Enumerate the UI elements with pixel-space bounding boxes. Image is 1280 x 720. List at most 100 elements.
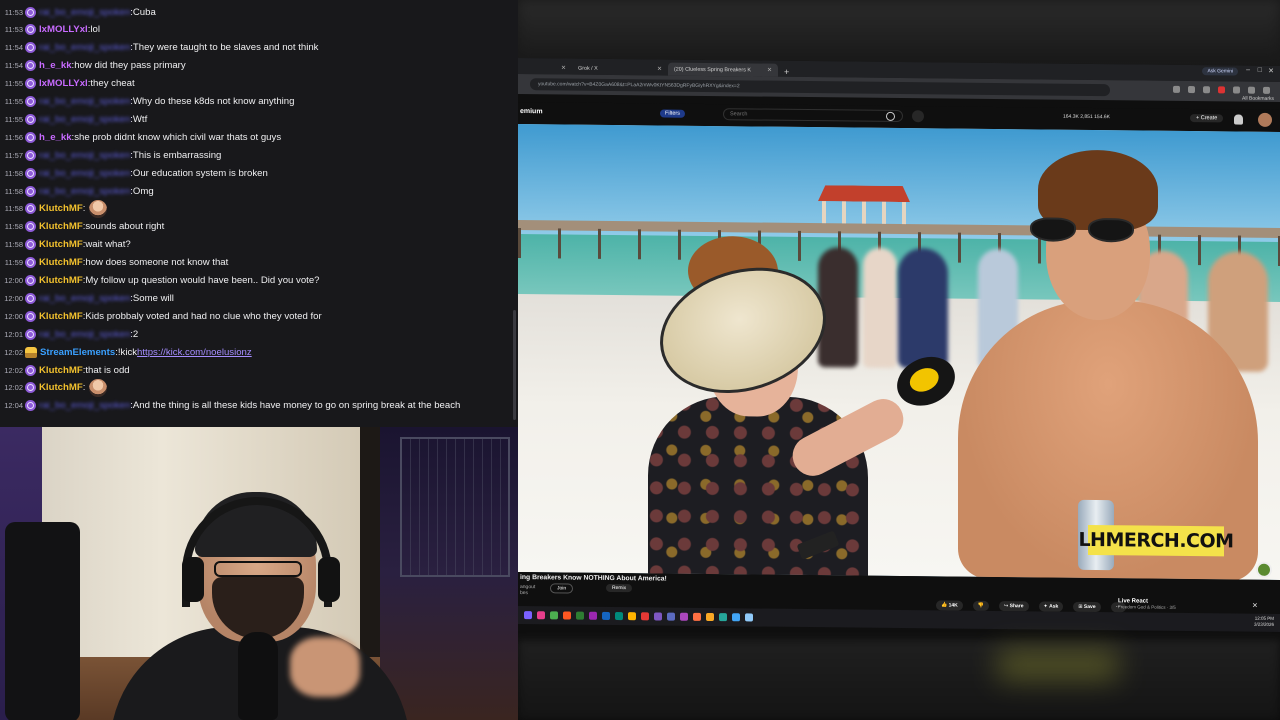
chat-message: 11:53 lxMOLLYxl: lol	[0, 21, 100, 39]
chat-username[interactable]: rai_bo_emoji_spoken	[39, 186, 130, 197]
bookmark-star-icon[interactable]	[1203, 86, 1210, 94]
taskbar-app-icon[interactable]	[641, 612, 649, 621]
zoom-icon[interactable]	[1188, 86, 1195, 94]
ask-gemini-button[interactable]: Ask Gemini	[1202, 67, 1238, 76]
chat-username[interactable]: KlutchMF	[39, 239, 83, 250]
taskbar-app-icon[interactable]	[745, 613, 753, 622]
clock-date: 3/23/2026	[1253, 621, 1274, 627]
dislike-button[interactable]: 👎	[972, 600, 990, 611]
channel-watermark-icon[interactable]	[1256, 561, 1272, 578]
chat-scrollbar[interactable]	[513, 310, 516, 420]
taskbar-app-icon[interactable]	[706, 612, 714, 622]
close-icon[interactable]: ✕	[1252, 602, 1258, 610]
avatar[interactable]	[1258, 112, 1272, 127]
pavilion-posts	[822, 201, 906, 225]
close-tab-icon[interactable]: ✕	[767, 67, 772, 74]
chat-separator: :	[82, 382, 86, 394]
chat-username[interactable]: h_e_kk	[39, 132, 72, 143]
youtube-logo[interactable]: emium	[520, 108, 543, 115]
profile-icon[interactable]	[1248, 86, 1255, 94]
save-button[interactable]: ⊞ Save	[1073, 601, 1101, 613]
chat-username[interactable]: h_e_kk	[39, 60, 72, 71]
all-bookmarks-link[interactable]: All Bookmarks	[1242, 96, 1274, 102]
extension-icon[interactable]	[1173, 85, 1180, 93]
notification-bell-icon[interactable]	[1234, 114, 1243, 125]
browser-tab[interactable]: ✕	[518, 61, 572, 75]
close-tab-icon[interactable]: ✕	[561, 64, 566, 71]
chat-username[interactable]: StreamElements	[40, 347, 115, 358]
chat-username[interactable]: KlutchMF	[39, 203, 83, 214]
chat-username[interactable]: KlutchMF	[39, 365, 83, 376]
share-button[interactable]: ↪ Share	[999, 601, 1029, 612]
chat-username[interactable]: KlutchMF	[39, 275, 83, 286]
ask-label: Ask	[1049, 603, 1059, 610]
taskbar-app-icon[interactable]	[680, 612, 688, 621]
extension-icon[interactable]	[1233, 86, 1240, 94]
chat-username[interactable]: KlutchMF	[39, 382, 83, 393]
channel-name[interactable]: angout bes	[520, 584, 535, 596]
taskbar-app-icon[interactable]	[667, 612, 675, 621]
channel-subtext: bes	[520, 590, 529, 597]
chat-username[interactable]: KlutchMF	[39, 257, 83, 268]
chat-username[interactable]: rai_bo_emoji_spoken	[39, 168, 130, 179]
taskbar-app-icon[interactable]	[602, 611, 610, 620]
chat-username[interactable]: KlutchMF	[39, 221, 83, 232]
chat-message: 11:58 rai_bo_emoji_spoken: Omg	[0, 182, 154, 200]
search-icon[interactable]	[886, 111, 895, 121]
chat-username[interactable]: rai_bo_emoji_spoken	[39, 42, 130, 53]
close-window-icon[interactable]: ✕	[1268, 67, 1274, 75]
taskbar-app-icon[interactable]	[693, 612, 701, 621]
filters-button[interactable]: Filters	[660, 109, 685, 118]
minimize-icon[interactable]: –	[1246, 67, 1250, 74]
taskbar-app-icon[interactable]	[524, 611, 532, 620]
browser-window: ✕ Grok / X ✕ (20) Clueless Spring Breakers …	[518, 58, 1280, 648]
taskbar-app-icon[interactable]	[654, 612, 662, 621]
stream-layout: 11:53 rai_bo_emoji_spoken: Cuba 11:53 lxMOLL…	[0, 0, 1280, 720]
like-button[interactable]: 👍 14K	[936, 600, 963, 611]
browser-tab[interactable]: Grok / X ✕	[572, 62, 668, 76]
emote-icon	[89, 378, 108, 397]
subscriber-badge-icon	[25, 400, 36, 412]
chat-timestamp: 11:53	[4, 25, 23, 35]
chat-text: This is embarrassing	[132, 149, 222, 161]
chat-timestamp: 11:54	[4, 61, 23, 71]
chat-username[interactable]: lxMOLLYxl	[39, 24, 88, 35]
create-button[interactable]: + Create	[1190, 114, 1224, 123]
pavilion-roof	[818, 185, 910, 202]
join-button[interactable]: Join	[550, 583, 574, 594]
taskbar-app-icon[interactable]	[576, 611, 584, 620]
chat-message: 11:55 lxMOLLYxl: they cheat	[0, 75, 135, 93]
chat-username[interactable]: rai_bo_emoji_spoken	[39, 400, 130, 411]
taskbar-app-icon[interactable]	[550, 611, 558, 620]
taskbar-app-icon[interactable]	[537, 611, 545, 620]
voice-search-icon[interactable]	[912, 110, 924, 123]
chat-text: sounds about right	[85, 221, 165, 233]
chat-username[interactable]: rai_bo_emoji_spoken	[39, 329, 130, 340]
extension-icon[interactable]	[1218, 86, 1225, 94]
maximize-icon[interactable]: □	[1258, 67, 1262, 74]
taskbar-app-icon[interactable]	[589, 611, 597, 620]
ask-button[interactable]: ✦ Ask	[1038, 601, 1064, 612]
url-input[interactable]: youtube.com/watch?v=B4Z0GaA608&t=PLaA2mW…	[530, 78, 1110, 97]
merch-overlay: LHMERCH.COM	[1078, 524, 1234, 557]
chat-username[interactable]: rai_bo_emoji_spoken	[39, 96, 130, 107]
taskbar-app-icon[interactable]	[628, 612, 636, 621]
new-tab-icon[interactable]: +	[784, 67, 789, 77]
taskbar-app-icon[interactable]	[615, 612, 623, 621]
video-player[interactable]: LHMERCH.COM	[518, 124, 1280, 580]
taskbar-app-icon[interactable]	[563, 611, 571, 620]
chat-username[interactable]: KlutchMF	[39, 311, 83, 322]
chat-username[interactable]: rai_bo_emoji_spoken	[39, 7, 130, 18]
search-input[interactable]: Search	[723, 108, 903, 123]
chat-username[interactable]: rai_bo_emoji_spoken	[39, 150, 130, 161]
taskbar-app-icon[interactable]	[719, 613, 727, 622]
remix-button[interactable]: Remix	[606, 583, 633, 593]
chat-username[interactable]: lxMOLLYxl	[39, 78, 88, 89]
close-tab-icon[interactable]: ✕	[657, 65, 662, 72]
chat-username[interactable]: rai_bo_emoji_spoken	[39, 114, 130, 125]
menu-icon[interactable]	[1263, 86, 1270, 94]
browser-tab[interactable]: (20) Clueless Spring Breakers K ✕	[668, 62, 778, 77]
taskbar-app-icon[interactable]	[732, 613, 740, 622]
chat-username[interactable]: rai_bo_emoji_spoken	[39, 293, 130, 304]
chat-link[interactable]: https://kick.com/noelusionz	[137, 347, 252, 358]
